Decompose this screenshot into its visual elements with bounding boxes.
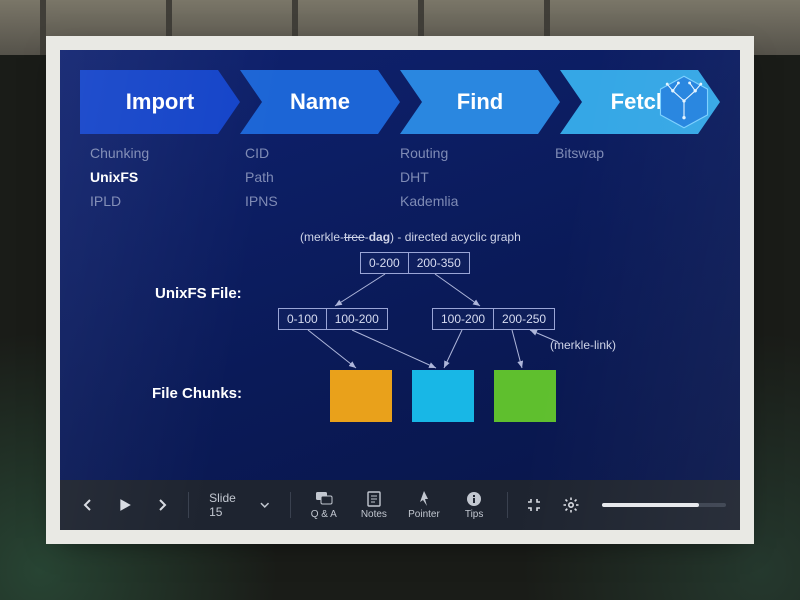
toolbar-divider (507, 492, 508, 518)
col-find: Routing DHT Kademlia (400, 142, 555, 213)
col-import: Chunking UnixFS IPLD (90, 142, 245, 213)
pointer-icon (418, 491, 430, 507)
chevron-name: Name (240, 70, 400, 134)
chat-icon (315, 491, 333, 507)
info-icon (466, 491, 482, 507)
col-name: CID Path IPNS (245, 142, 400, 213)
zoom-slider-fill (602, 503, 699, 507)
toolbar-divider (290, 492, 291, 518)
prev-slide-button[interactable] (74, 490, 103, 520)
topic-columns: Chunking UnixFS IPLD CID Path IPNS Routi… (90, 142, 710, 213)
file-chunk-3 (494, 370, 556, 422)
ceiling (0, 0, 800, 55)
process-chevrons: Import Name Find Fetch (80, 70, 720, 134)
toolbar-divider (188, 492, 189, 518)
file-chunk-1 (330, 370, 392, 422)
merkle-link-annotation: (merkle-link) (550, 338, 616, 352)
notes-icon (367, 491, 381, 507)
dag-root-node: 0-200200-350 (360, 252, 470, 274)
next-slide-button[interactable] (147, 490, 176, 520)
ipfs-logo-icon (656, 74, 712, 130)
slide-selector[interactable]: Slide 15 (201, 491, 278, 519)
label-unixfs-file: UnixFS File: (155, 285, 242, 302)
file-chunk-2 (412, 370, 474, 422)
play-button[interactable] (111, 490, 140, 520)
projector-screen: Import Name Find Fetch (60, 50, 740, 530)
dag-caption: (merkle-tree-dag) - directed acyclic gra… (300, 230, 521, 244)
pointer-button[interactable]: Pointer (403, 491, 445, 520)
chevron-find: Find (400, 70, 560, 134)
presentation-toolbar: Slide 15 Q & A Notes Pointer Ti (60, 480, 740, 530)
tips-button[interactable]: Tips (453, 491, 495, 520)
dag-right-node: 100-200200-250 (432, 308, 555, 330)
gear-icon (563, 497, 579, 513)
zoom-slider[interactable] (602, 503, 726, 507)
chevron-down-icon (260, 500, 269, 510)
slide-number-label: Slide 15 (209, 491, 250, 519)
label-file-chunks: File Chunks: (152, 385, 242, 402)
merkle-dag-diagram: (merkle-tree-dag) - directed acyclic gra… (60, 230, 740, 470)
notes-button[interactable]: Notes (353, 491, 395, 520)
qa-button[interactable]: Q & A (303, 491, 345, 520)
dag-left-node: 0-100100-200 (278, 308, 388, 330)
col-fetch: Bitswap (555, 142, 710, 213)
exit-fullscreen-button[interactable] (520, 490, 549, 520)
settings-button[interactable] (557, 490, 586, 520)
chevron-import: Import (80, 70, 240, 134)
